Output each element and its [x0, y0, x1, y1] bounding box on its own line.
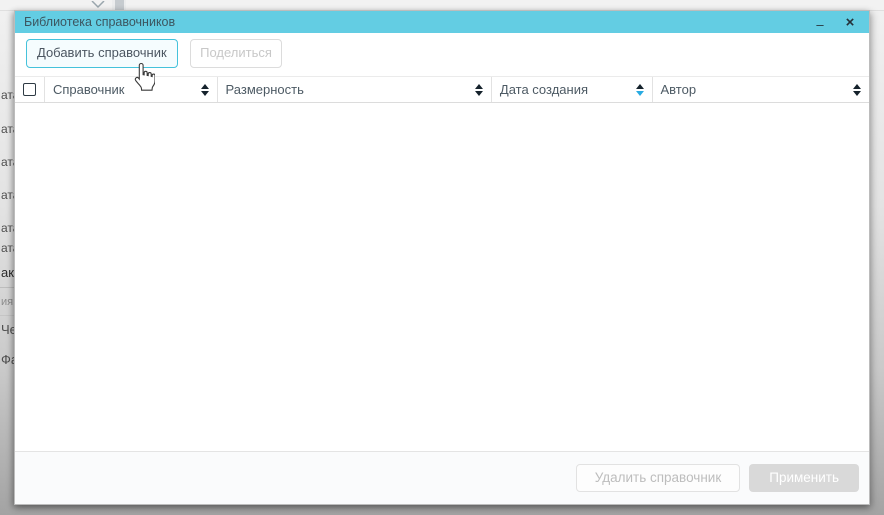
sort-icon [636, 84, 644, 96]
table-header-row: Справочник Размерность Дата создания Авт… [15, 76, 869, 103]
column-header-reference[interactable]: Справочник [45, 77, 218, 102]
clipped-text-fragment: ия [1, 296, 13, 309]
clipped-text-fragment: ак [1, 266, 14, 279]
add-reference-button[interactable]: Добавить справочник [26, 39, 178, 68]
toolbar: Добавить справочник Поделиться [15, 33, 869, 76]
column-label: Автор [661, 82, 853, 97]
divider [0, 315, 14, 316]
column-label: Дата создания [500, 82, 636, 97]
dialog-library-of-references: Библиотека справочников – × Добавить спр… [14, 10, 870, 505]
screen: ата ата ата ата ата ата ак ия Че Фа Библ… [0, 0, 884, 515]
table-body [15, 103, 869, 453]
scrollbar-thumb [115, 0, 124, 10]
sort-icon [201, 84, 209, 96]
sort-icon [475, 84, 483, 96]
close-icon[interactable]: × [841, 11, 859, 33]
apply-button[interactable]: Применить [749, 464, 859, 492]
minimize-icon[interactable]: – [811, 13, 829, 35]
select-all-checkbox[interactable] [23, 83, 36, 96]
select-all-cell [15, 77, 45, 102]
share-button[interactable]: Поделиться [190, 39, 282, 68]
titlebar[interactable]: Библиотека справочников – × [15, 11, 869, 33]
column-header-author[interactable]: Автор [653, 77, 869, 102]
chevron-down-icon [90, 1, 106, 9]
column-header-dimension[interactable]: Размерность [218, 77, 492, 102]
delete-reference-button[interactable]: Удалить справочник [576, 464, 741, 492]
column-header-creation-date[interactable]: Дата создания [492, 77, 653, 102]
divider [0, 287, 14, 288]
footer: Удалить справочник Применить [15, 451, 869, 504]
dialog-title: Библиотека справочников [24, 15, 175, 29]
column-label: Размерность [226, 82, 475, 97]
column-label: Справочник [53, 82, 201, 97]
sort-icon [853, 84, 861, 96]
